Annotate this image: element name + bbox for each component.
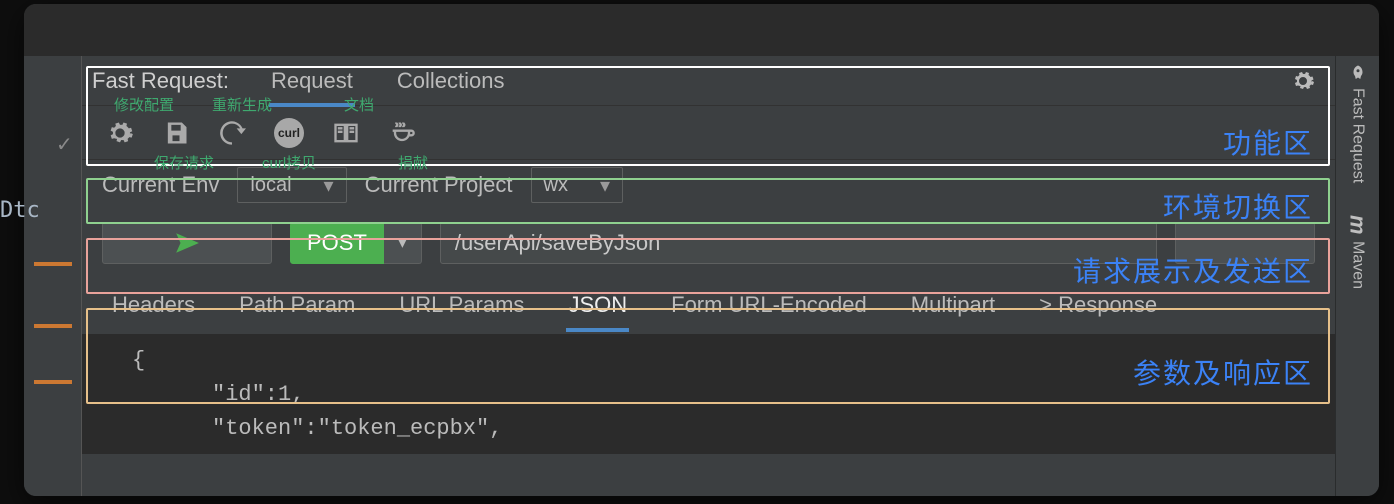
env-select[interactable]: local ▾ [237,167,346,203]
panel-title: Fast Request: [92,68,229,94]
project-select-value: wx [544,174,568,197]
project-select[interactable]: wx ▾ [531,167,624,203]
url-input[interactable] [440,222,1157,264]
tool-doc[interactable] [332,119,360,147]
method-select[interactable]: POST ▾ [290,222,422,264]
send-button[interactable] [102,222,272,264]
gutter-check-icon: ✓ [56,132,73,157]
tool-settings[interactable] [106,119,134,147]
fast-request-panel: Fast Request: Request Collections curl [82,56,1335,496]
chevron-down-icon: ▾ [324,173,334,198]
curl-icon: curl [274,118,304,148]
tab-collections[interactable]: Collections [395,64,507,98]
panel-settings-button[interactable] [1291,69,1315,93]
send-row: POST ▾ [82,210,1335,276]
ide-window: Fast Request m Maven ✓ Fast Request: Req… [24,4,1379,496]
coffee-icon [388,119,416,147]
chevron-down-icon[interactable]: ▾ [384,222,422,264]
gear-icon [106,119,134,147]
book-icon [332,119,360,147]
tab-headers[interactable]: Headers [110,288,197,322]
chevron-down-icon: ▾ [600,173,610,198]
gutter-highlight [34,262,72,266]
tab-path-param[interactable]: Path Param [237,288,357,322]
gutter-highlight [34,380,72,384]
env-label: Current Env [102,172,219,198]
json-line: { [132,348,145,373]
tool-donate[interactable] [388,119,416,147]
send-icon [174,230,200,256]
tab-request[interactable]: Request [269,64,355,98]
rail-maven-label: Maven [1349,241,1367,289]
refresh-icon [218,119,246,147]
env-select-value: local [250,174,291,197]
editor-top-dark-bar [24,4,1379,56]
tool-save[interactable] [162,119,190,147]
tool-regenerate[interactable] [218,119,246,147]
tab-response[interactable]: > Response [1037,288,1159,322]
toolbar: curl [82,106,1335,160]
tab-multipart[interactable]: Multipart [909,288,997,322]
right-tool-rail: Fast Request m Maven [1335,56,1379,496]
method-value: POST [290,222,384,264]
tab-form-url-encoded[interactable]: Form URL-Encoded [669,288,869,322]
rail-fast-request[interactable]: Fast Request [1349,64,1367,183]
tab-json[interactable]: JSON [566,288,629,322]
tab-url-params[interactable]: URL Params [397,288,526,322]
env-row: Current Env local ▾ Current Project wx ▾ [82,160,1335,210]
json-line: "id":1, [132,378,1285,412]
json-line: "token":"token_ecpbx", [132,412,1285,446]
url-trailing-box[interactable] [1175,222,1315,264]
rail-fast-request-label: Fast Request [1349,88,1367,183]
gutter-highlight [34,324,72,328]
rail-maven[interactable]: m Maven [1345,215,1371,289]
save-icon [162,119,190,147]
editor-partial-text: Dtc [0,198,40,223]
param-tabs: Headers Path Param URL Params JSON Form … [82,276,1335,334]
gutter [24,56,82,496]
json-body-editor[interactable]: { "id":1, "token":"token_ecpbx", [82,334,1335,454]
tool-curl[interactable]: curl [274,118,304,148]
project-label: Current Project [365,172,513,198]
gear-icon [1291,69,1315,93]
rocket-icon [1349,64,1367,82]
maven-m-icon: m [1345,215,1371,235]
panel-header: Fast Request: Request Collections [82,56,1335,106]
